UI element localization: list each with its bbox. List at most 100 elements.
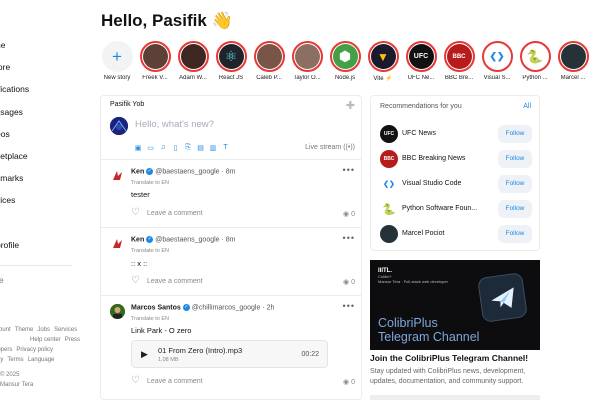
story-item[interactable]: ⚛ React JS <box>213 41 249 81</box>
banner-brand: IIITL. Colibri+ Mansur Tera · Full-stack… <box>378 268 448 284</box>
translate-link[interactable]: Translate to EN <box>131 248 169 254</box>
post-author[interactable]: Marcos Santos ✓ @chillimarcos_google · 2h <box>131 304 274 311</box>
gif-icon[interactable]: ▥ <box>209 144 217 152</box>
nav-bookmarks[interactable]: kmarks <box>0 170 23 186</box>
nav-more[interactable]: re <box>0 272 4 288</box>
bbc-icon: BBC <box>446 44 472 69</box>
story-item[interactable]: 🐍 Python ... <box>517 41 553 81</box>
story-new[interactable]: + New story <box>99 41 135 81</box>
views-count: ◉ 0 <box>343 379 355 386</box>
recommendation-name[interactable]: Marcel Pociot <box>402 230 444 237</box>
audio-duration: 00:22 <box>301 351 319 358</box>
follow-button[interactable]: Follow <box>498 150 532 168</box>
heart-icon[interactable]: ♡ <box>131 208 140 218</box>
leave-comment-button[interactable]: Leave a comment <box>147 210 203 217</box>
story-item[interactable]: Caleb P... <box>251 41 287 81</box>
broadcast-icon: ((•)) <box>343 144 355 151</box>
recommendation-item: 🐍 Python Software Foun... Follow <box>380 200 532 218</box>
audio-attachment[interactable]: ▶ 01 From Zero (Intro).mp3 1.08 MB 00:22 <box>131 340 328 368</box>
story-item[interactable]: BBC BBC Bre... <box>441 41 477 81</box>
expand-composer-icon[interactable]: ✚ <box>346 99 355 112</box>
composer-input[interactable]: Hello, what's new? <box>135 119 214 130</box>
story-item[interactable]: ❮❯ Visual S... <box>479 41 515 81</box>
more-options-icon[interactable]: ••• <box>343 233 355 243</box>
post-item: Ken ✓ @baestaens_google · 8m ••• Translate… <box>101 228 361 296</box>
leave-comment-button[interactable]: Leave a comment <box>147 278 203 285</box>
play-icon[interactable]: ▶ <box>141 349 148 360</box>
leave-comment-button[interactable]: Leave a comment <box>147 378 203 385</box>
image-icon[interactable]: ▣ <box>134 144 142 152</box>
nav-profile[interactable]: profile <box>0 237 19 253</box>
recommendation-name[interactable]: Visual Studio Code <box>402 180 461 187</box>
banner-title[interactable]: Join the ColibriPlus Telegram Channel! <box>370 353 528 363</box>
recommendation-name[interactable]: UFC News <box>402 130 436 137</box>
follow-button[interactable]: Follow <box>498 125 532 143</box>
story-item[interactable]: Adam W... <box>175 41 211 81</box>
recommendations-heading: Recommendations for you <box>380 103 462 110</box>
footer-link-language[interactable]: Language <box>28 357 55 363</box>
footer-author: Mansur Tera <box>0 382 34 388</box>
feed-column: Pasifik Yob ✚ Hello, what's new? ▣ ▭ ♫ ▯… <box>100 95 362 400</box>
nav-messages[interactable]: ssages <box>0 104 23 120</box>
text-icon[interactable]: T <box>222 144 230 152</box>
story-item[interactable]: Taylor O... <box>289 41 325 81</box>
post-item: Marcos Santos ✓ @chillimarcos_google · 2h … <box>101 296 361 399</box>
nav-services[interactable]: vices <box>0 192 15 208</box>
footer-link-help[interactable]: Help center <box>30 337 61 343</box>
poll-icon[interactable]: ▤ <box>197 144 205 152</box>
footer-link-privacy[interactable]: Privacy policy <box>16 347 53 353</box>
footer-links-row2: Help center Press <box>30 336 84 345</box>
composer-toolbar: ▣ ▭ ♫ ▯ ⎘ ▤ ▥ T <box>134 144 230 152</box>
story-item[interactable]: Marcel ... <box>555 41 591 81</box>
attachment-icon[interactable]: ⎘ <box>184 144 192 152</box>
story-item[interactable]: Freek V... <box>137 41 173 81</box>
post-text: :: x :: <box>131 259 148 268</box>
more-options-icon[interactable]: ••• <box>343 301 355 311</box>
story-item[interactable]: ▼ Vite ⚡ <box>365 41 401 82</box>
see-all-link[interactable]: All <box>523 103 531 110</box>
footer-link-policy[interactable]: icy <box>0 357 3 363</box>
recommendations-panel: Recommendations for you All UFC UFC News… <box>370 95 540 251</box>
footer-link-account[interactable]: count <box>0 327 11 333</box>
live-stream-button[interactable]: Live stream ((•)) <box>305 144 355 151</box>
heart-icon[interactable]: ♡ <box>131 276 140 286</box>
nav-marketplace[interactable]: ketplace <box>0 148 28 164</box>
footer-link-press[interactable]: Press <box>65 337 80 343</box>
nav-home[interactable]: ne <box>0 37 5 53</box>
nav-notifications[interactable]: ifications <box>0 81 29 97</box>
audio-size: 1.08 MB <box>158 357 179 363</box>
music-icon[interactable]: ♫ <box>159 144 167 152</box>
footer-link-jobs[interactable]: Jobs <box>37 327 50 333</box>
story-item[interactable]: ⬢ Node.js <box>327 41 363 81</box>
footer-links-row3: lopers Privacy policy <box>0 346 57 355</box>
react-icon: ⚛ <box>218 44 244 69</box>
author-name: Ken <box>131 236 145 244</box>
video-icon[interactable]: ▭ <box>147 144 155 152</box>
document-icon[interactable]: ▯ <box>172 144 180 152</box>
footer-copyright: © 2025 <box>0 372 20 378</box>
footer-link-theme[interactable]: Theme <box>15 327 34 333</box>
recommendation-name[interactable]: BBC Breaking News <box>402 155 465 162</box>
translate-link[interactable]: Translate to EN <box>131 180 169 186</box>
nav-videos[interactable]: eos <box>0 126 10 142</box>
recommendation-name[interactable]: Python Software Foun... <box>402 205 477 212</box>
heart-icon[interactable]: ♡ <box>131 376 140 386</box>
footer-link-services[interactable]: Services <box>54 327 77 333</box>
avatar <box>110 117 128 135</box>
follow-button[interactable]: Follow <box>498 225 532 243</box>
nav-explore[interactable]: lore <box>0 59 10 75</box>
views-count: ◉ 0 <box>343 279 355 286</box>
story-label: Marcel ... <box>560 75 586 81</box>
footer-link-developers[interactable]: lopers <box>0 347 12 353</box>
post-author[interactable]: Ken ✓ @baestaens_google · 8m <box>131 236 236 243</box>
follow-button[interactable]: Follow <box>498 175 532 193</box>
verified-icon: ✓ <box>182 304 190 311</box>
follow-button[interactable]: Follow <box>498 200 532 218</box>
footer-link-terms[interactable]: Terms <box>7 357 23 363</box>
telegram-banner[interactable]: IIITL. Colibri+ Mansur Tera · Full-stack… <box>370 260 540 350</box>
translate-link[interactable]: Translate to EN <box>131 316 169 322</box>
avatar <box>380 225 398 243</box>
story-item[interactable]: UFC UFC Ne... <box>403 41 439 81</box>
more-options-icon[interactable]: ••• <box>343 165 355 175</box>
post-author[interactable]: Ken ✓ @baestaens_google · 8m <box>131 168 236 175</box>
